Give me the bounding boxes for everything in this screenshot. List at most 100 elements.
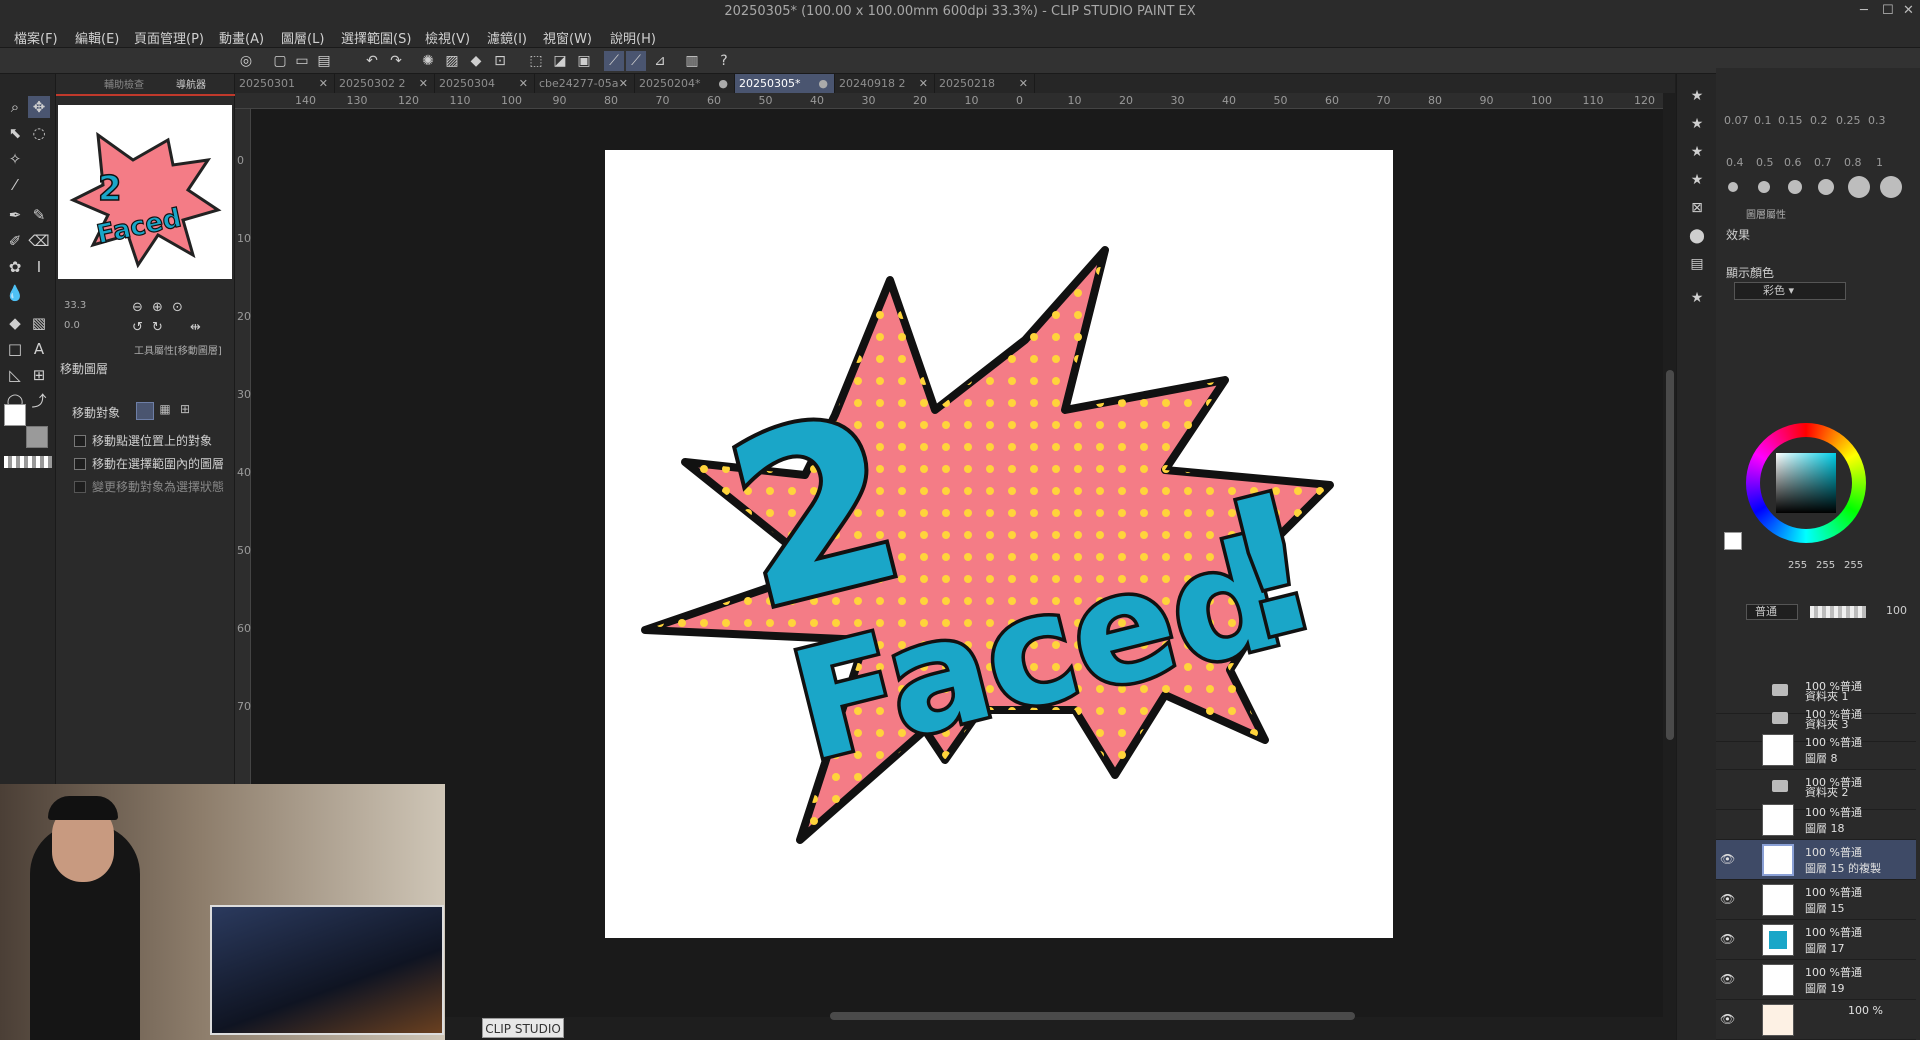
fill-icon[interactable]: ◆ [466, 51, 486, 71]
brush-size-2[interactable]: 0.1 [1754, 114, 1772, 127]
move-icon[interactable]: ✥ [28, 96, 50, 118]
material-3-icon[interactable]: ★ [1687, 142, 1707, 162]
brush-icon[interactable]: ✐ [4, 230, 26, 252]
angle-value[interactable]: 0.0 [64, 320, 80, 331]
display-color-select[interactable]: 彩色 ▾ [1734, 282, 1846, 300]
minimize-icon[interactable]: ─ [1860, 3, 1868, 18]
eyedropper-icon[interactable]: ⁄ [4, 174, 26, 196]
tool-info-icon[interactable]: ⊠ [1687, 198, 1707, 218]
rgb-r-value[interactable]: 255 [1788, 560, 1807, 571]
brush-size-12[interactable]: 1 [1876, 156, 1883, 169]
clip-studio-icon[interactable]: ◎ [236, 51, 256, 71]
drop-icon[interactable]: ⬤ [1687, 226, 1707, 246]
current-color-swatch[interactable] [1724, 532, 1742, 550]
transparent-swatch[interactable] [4, 456, 52, 468]
brush-size-5[interactable]: 0.25 [1836, 114, 1861, 127]
text-icon[interactable]: A [28, 338, 50, 360]
target-pattern-button[interactable]: ▦ [156, 402, 174, 420]
pencil-icon[interactable]: ✎ [28, 204, 50, 226]
shape-icon[interactable]: □ [4, 338, 26, 360]
brush-size-8[interactable]: 0.5 [1756, 156, 1774, 169]
material-icon[interactable]: ★ [1687, 86, 1707, 106]
option-move-clicked[interactable]: 移動點選位置上的對象 [74, 432, 212, 449]
main-color-swatch[interactable] [4, 404, 26, 426]
transform-icon[interactable]: ⊡ [490, 51, 510, 71]
operation-icon[interactable]: ⬉ [4, 122, 26, 144]
opacity-slider[interactable] [1810, 606, 1866, 618]
history-icon[interactable]: ▤ [1687, 254, 1707, 274]
layer-row[interactable]: 100 %普通 圖層 8 [1716, 730, 1916, 770]
brush-size-3[interactable]: 0.15 [1778, 114, 1803, 127]
tab-doc-1[interactable]: 20250301 ✕ [235, 74, 335, 93]
brush-dot[interactable] [1880, 176, 1902, 198]
open-file-icon[interactable]: ▭ [292, 51, 312, 71]
zoom-icon[interactable]: ⌕ [4, 96, 26, 118]
zoom-in-icon[interactable]: ⊕ [152, 300, 163, 315]
maximize-icon[interactable]: ☐ [1882, 3, 1894, 18]
save-icon[interactable]: ▤ [314, 51, 334, 71]
undo-icon[interactable]: ↶ [362, 51, 382, 71]
layer-row[interactable]: 👁 100 %普通 圖層 15 [1716, 880, 1916, 920]
tab-check[interactable]: 輔助檢查 [104, 76, 144, 91]
tab-doc-8[interactable]: 20250218 ✕ [935, 74, 1035, 93]
brush-size-10[interactable]: 0.7 [1814, 156, 1832, 169]
brush-dot[interactable] [1848, 176, 1870, 198]
eraser-icon[interactable]: ⌫ [28, 230, 50, 252]
brush-size-9[interactable]: 0.6 [1784, 156, 1802, 169]
material-4-icon[interactable]: ★ [1687, 170, 1707, 190]
option-move-selection[interactable]: 移動在選擇範圍內的圖層 [74, 455, 224, 472]
opacity-value[interactable]: 100 [1886, 604, 1907, 617]
brush-dot[interactable] [1758, 181, 1770, 193]
search-material-icon[interactable]: ★ [1687, 288, 1707, 308]
layer-row-selected[interactable]: 👁 100 %普通 圖層 15 的複製 [1716, 840, 1916, 880]
layer-row[interactable]: 👁 100 % [1716, 1000, 1916, 1040]
brush-size-4[interactable]: 0.2 [1810, 114, 1828, 127]
tab-doc-3[interactable]: 20250304 ✕ [435, 74, 535, 93]
tab-doc-7[interactable]: 20240918 2 ✕ [835, 74, 935, 93]
new-file-icon[interactable]: ▢ [270, 51, 290, 71]
sub-color-swatch[interactable] [26, 426, 48, 448]
menu-file[interactable]: 檔案(F) [14, 28, 58, 47]
tab-doc-2[interactable]: 20250302 2 ✕ [335, 74, 435, 93]
blend-mode-select[interactable]: 普通 [1746, 604, 1798, 620]
snap-grid-icon[interactable]: ⊿ [650, 51, 670, 71]
invert-selection-icon[interactable]: ◪ [550, 51, 570, 71]
rotate-left-icon[interactable]: ↺ [132, 320, 143, 335]
menu-layer[interactable]: 圖層(L) [281, 28, 324, 47]
eye-icon[interactable]: 👁 [1720, 892, 1735, 906]
vertical-scrollbar[interactable] [1666, 370, 1674, 740]
wand-icon[interactable]: ✧ [4, 148, 26, 170]
color-wheel[interactable] [1746, 423, 1866, 543]
brush-dot[interactable] [1788, 180, 1802, 194]
brush-size-11[interactable]: 0.8 [1844, 156, 1862, 169]
fill-bucket-icon[interactable]: ◆ [4, 312, 26, 334]
menu-view[interactable]: 檢視(V) [425, 28, 470, 47]
rotate-right-icon[interactable]: ↻ [152, 320, 163, 335]
menu-edit[interactable]: 編輯(E) [75, 28, 119, 47]
material-2-icon[interactable]: ★ [1687, 114, 1707, 134]
brush-size-6[interactable]: 0.3 [1868, 114, 1886, 127]
show-area-icon[interactable]: ▣ [574, 51, 594, 71]
flip-icon[interactable]: ⇹ [190, 320, 201, 335]
eye-icon[interactable]: 👁 [1720, 972, 1735, 986]
eye-icon[interactable]: 👁 [1720, 1012, 1735, 1026]
lasso-icon[interactable]: ◌ [28, 122, 50, 144]
layer-row[interactable]: 100 %普通 圖層 18 [1716, 800, 1916, 840]
zoom-out-icon[interactable]: ⊖ [132, 300, 143, 315]
clear-icon[interactable]: ▨ [442, 51, 462, 71]
redo-icon[interactable]: ↷ [386, 51, 406, 71]
brush-size-7[interactable]: 0.4 [1726, 156, 1744, 169]
menu-filter[interactable]: 濾鏡(I) [487, 28, 527, 47]
clip-studio-badge[interactable]: CLIP STUDIO [482, 1018, 564, 1038]
tab-navigator[interactable]: 導航器 [176, 76, 206, 91]
menu-help[interactable]: 說明(H) [610, 28, 656, 47]
correct-line-icon[interactable]: ⤴ [28, 390, 50, 412]
tab-doc-4[interactable]: cbe24277-05a ✕ [535, 74, 635, 93]
deselect-icon[interactable]: ⬚ [526, 51, 546, 71]
menu-page[interactable]: 頁面管理(P) [134, 28, 204, 47]
device-icon[interactable]: ▥ [682, 51, 702, 71]
decoration-icon[interactable]: ✿ [4, 256, 26, 278]
tab-doc-5[interactable]: 20250204* ● [635, 74, 735, 93]
panel-icon[interactable]: ⊞ [28, 364, 50, 386]
loading-icon[interactable]: ✺ [418, 51, 438, 71]
